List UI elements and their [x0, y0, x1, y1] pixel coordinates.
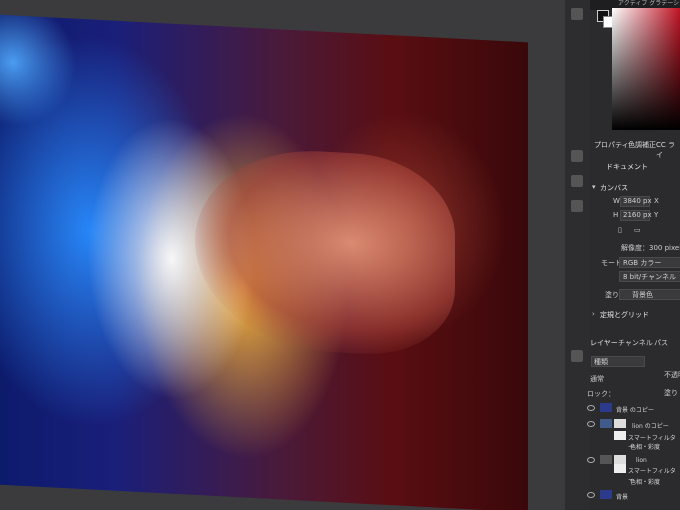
- mask-thumbnail: [614, 419, 626, 428]
- filter-mask-thumbnail: [614, 431, 626, 440]
- properties-icon[interactable]: [571, 150, 583, 162]
- resolution-text: 解像度：300 pixel/inch: [621, 244, 680, 252]
- eye-icon[interactable]: [587, 405, 595, 411]
- mode-value: RGB カラー: [623, 259, 662, 267]
- x-label: X: [654, 197, 659, 205]
- tool-strip: [565, 0, 591, 510]
- layer-filter-value: 種類: [594, 358, 608, 366]
- width-value: 3840 px: [623, 197, 652, 205]
- lion-image: [195, 144, 455, 359]
- tab-adjustments[interactable]: 色調補正: [628, 140, 656, 150]
- chevron-right-icon[interactable]: ›: [592, 310, 595, 318]
- link-icon[interactable]: [571, 200, 583, 212]
- layer-row[interactable]: 背景 のコピー: [587, 403, 680, 415]
- layer-name: 背景 のコピー: [616, 407, 654, 414]
- layer-thumbnail: [600, 419, 612, 428]
- opacity-label: 不透明: [664, 371, 680, 379]
- tab-layers[interactable]: レイヤー: [590, 338, 618, 348]
- tab-paths[interactable]: パス: [654, 338, 668, 348]
- canvas-section-title: カンバス: [600, 184, 628, 192]
- tab-channels[interactable]: チャンネル: [618, 338, 653, 348]
- fill-value: 背景色: [632, 291, 653, 299]
- layer-thumbnail: [600, 490, 612, 499]
- height-value: 2160 px: [623, 211, 652, 219]
- layer-row[interactable]: lion のコピー: [587, 419, 680, 431]
- layer-row[interactable]: 背景: [587, 490, 680, 502]
- bit-depth-value: 8 bit/チャンネル: [623, 273, 676, 281]
- adjustments-icon[interactable]: [571, 175, 583, 187]
- layer-name: 背景: [616, 494, 629, 501]
- chevron-down-icon[interactable]: ▾: [592, 183, 596, 191]
- portrait-icon[interactable]: ▯: [618, 226, 622, 234]
- document-canvas[interactable]: [0, 0, 565, 510]
- width-label: W: [613, 197, 620, 205]
- layer-name: lion: [636, 457, 647, 464]
- eye-icon[interactable]: [587, 457, 595, 463]
- layers-icon[interactable]: [571, 350, 583, 362]
- layer-name: 色相・彩度: [630, 479, 661, 486]
- landscape-icon[interactable]: ▭: [634, 226, 641, 234]
- y-label: Y: [654, 211, 659, 219]
- color-picker-field[interactable]: [612, 8, 680, 130]
- layer-thumbnail: [600, 403, 612, 412]
- tab-cc-libraries[interactable]: CC ライ: [656, 140, 680, 160]
- height-label: H: [613, 211, 619, 219]
- artwork-image[interactable]: [0, 13, 528, 510]
- eye-icon[interactable]: [587, 421, 595, 427]
- color-swatch-icon[interactable]: [571, 8, 583, 20]
- guides-section-title: 定規とグリッド: [600, 311, 649, 319]
- lock-label: ロック：: [587, 390, 615, 398]
- filter-mask-thumbnail: [614, 464, 626, 473]
- layer-thumbnail: [600, 455, 612, 464]
- mask-thumbnail: [614, 455, 626, 464]
- eye-icon[interactable]: [587, 492, 595, 498]
- layer-name: lion のコピー: [632, 423, 669, 430]
- fill-label: 塗り: [605, 291, 619, 299]
- tab-properties[interactable]: プロパティ: [594, 140, 629, 150]
- layer-name: 色相・彩度: [630, 444, 661, 451]
- layer-row[interactable]: 色相・彩度: [592, 440, 680, 452]
- document-label: ドキュメント: [606, 163, 648, 171]
- fill-short-label: 塗り: [664, 389, 678, 397]
- blend-mode-value[interactable]: 通常: [590, 374, 604, 384]
- layer-row[interactable]: 色相・彩度: [592, 475, 680, 487]
